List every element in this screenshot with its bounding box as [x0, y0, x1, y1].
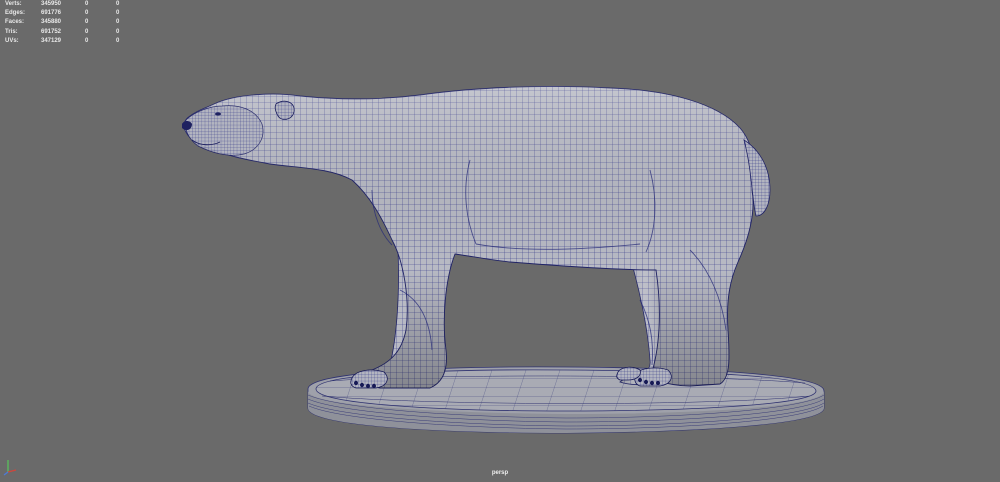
hud-row-edges: Edges: 691776 0 0 — [5, 9, 136, 18]
hud-row-verts: Verts: 345950 0 0 — [5, 0, 136, 9]
hud-total: 347129 — [41, 37, 62, 44]
hud-label: Tris: — [5, 28, 18, 35]
hud-selected: 0 — [85, 37, 89, 44]
hud-component: 0 — [116, 1, 120, 7]
hud-component: 0 — [116, 19, 120, 26]
bear-body[interactable] — [183, 85, 754, 389]
hud-total: 691752 — [41, 28, 62, 35]
hud-total: 691776 — [41, 10, 62, 17]
perspective-viewport[interactable]: Verts: 345950 0 0 Edges: 691776 0 0 Face… — [0, 0, 1000, 482]
hud-total: 345950 — [41, 1, 62, 7]
model-scene[interactable] — [0, 0, 1000, 482]
bear-front-near-paw — [350, 369, 388, 389]
hud-component: 0 — [116, 10, 120, 17]
hud-label: UVs: — [5, 37, 19, 44]
heads-up-display: Verts: 345950 0 0 Edges: 691776 0 0 Face… — [5, 0, 136, 46]
hud-label: Faces: — [5, 19, 25, 26]
hud-label: Edges: — [5, 10, 26, 17]
hud-row-tris: Tris: 691752 0 0 — [5, 28, 136, 37]
hud-row-faces: Faces: 345880 0 0 — [5, 18, 136, 27]
hud-selected: 0 — [85, 19, 89, 26]
camera-name-label: persp — [491, 470, 509, 476]
hud-label: Verts: — [5, 1, 22, 7]
hud-total: 345880 — [41, 19, 62, 26]
hud-row-uvs: UVs: 347129 0 0 — [5, 37, 136, 46]
hud-component: 0 — [116, 28, 120, 35]
hud-selected: 0 — [85, 1, 89, 7]
hud-selected: 0 — [85, 10, 89, 17]
hud-selected: 0 — [85, 28, 89, 35]
hud-component: 0 — [116, 37, 120, 44]
